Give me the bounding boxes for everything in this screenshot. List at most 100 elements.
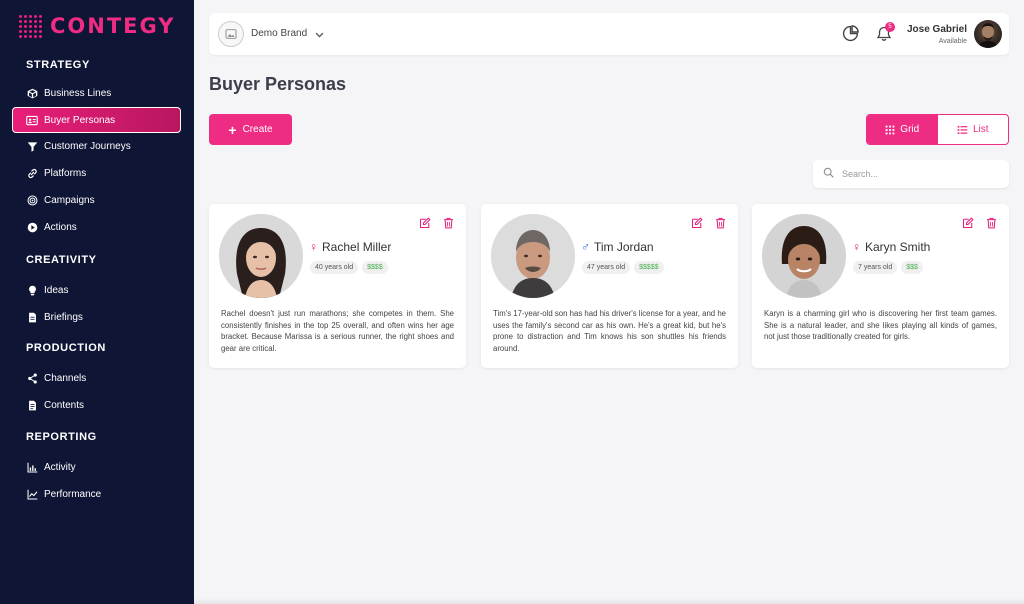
bottom-shadow [194, 598, 1024, 604]
nav-section-production: PRODUCTION Channels Contents [0, 339, 194, 419]
persona-photo [762, 214, 846, 298]
sidebar-item-campaigns[interactable]: Campaigns [0, 187, 194, 214]
sidebar-item-contents[interactable]: Contents [0, 392, 194, 419]
trash-icon[interactable] [443, 216, 454, 234]
grid-icon [885, 125, 895, 135]
sidebar-item-performance[interactable]: Performance [0, 481, 194, 508]
view-toggle: Grid List [866, 114, 1009, 145]
persona-photo [491, 214, 575, 298]
nav-header: STRATEGY [26, 59, 90, 71]
sidebar-item-label: Activity [44, 462, 76, 473]
share-icon [26, 373, 38, 385]
pie-chart-icon[interactable] [842, 25, 859, 47]
image-placeholder-icon [225, 29, 237, 39]
sidebar-item-actions[interactable]: Actions [0, 214, 194, 241]
document-icon [26, 312, 38, 324]
sidebar-item-label: Platforms [44, 168, 87, 179]
chevron-down-icon[interactable] [314, 27, 325, 45]
sidebar-item-channels[interactable]: Channels [0, 365, 194, 392]
notification-badge: 5 [885, 22, 895, 32]
sidebar-item-label: Contents [44, 400, 85, 411]
sidebar-item-label: Ideas [44, 285, 69, 296]
female-icon: ♀ [309, 240, 318, 254]
card-actions [419, 216, 454, 234]
sidebar-item-platforms[interactable]: Platforms [0, 160, 194, 187]
plus-icon: + [228, 121, 237, 138]
persona-name-row: ♀ Rachel Miller [309, 240, 391, 254]
male-icon: ♂ [581, 240, 590, 254]
nav-section-strategy: STRATEGY Business Lines Buyer Personas C… [0, 56, 194, 241]
play-icon [26, 222, 38, 234]
sidebar: CONTEGY STRATEGY Business Lines Buyer Pe… [0, 0, 194, 604]
list-view-button[interactable]: List [938, 115, 1009, 144]
brand-selector-label[interactable]: Demo Brand [251, 28, 307, 39]
sidebar-item-label: Performance [44, 489, 102, 500]
nav-section-reporting: REPORTING Activity Performance [0, 428, 194, 508]
line-chart-icon [26, 489, 38, 501]
sidebar-item-label: Channels [44, 373, 87, 384]
budget-badge: $$$ [901, 261, 923, 274]
avatar[interactable] [974, 20, 1002, 48]
persona-name-row: ♂ Tim Jordan [581, 240, 654, 254]
user-name[interactable]: Jose Gabriel [907, 24, 967, 35]
age-badge: 40 years old [310, 261, 359, 274]
card-actions [691, 216, 726, 234]
logo[interactable]: CONTEGY [18, 14, 176, 38]
filter-icon [26, 141, 38, 153]
persona-card[interactable]: ♂ Tim Jordan 47 years old $$$$$ Tim's 17… [481, 204, 738, 368]
sidebar-item-label: Campaigns [44, 195, 95, 206]
persona-photo [219, 214, 303, 298]
sidebar-item-buyer-personas[interactable]: Buyer Personas [12, 107, 181, 133]
persona-tags: 47 years old $$$$$ [582, 261, 664, 274]
box-icon [26, 88, 38, 100]
link-icon [26, 168, 38, 180]
search-icon [823, 165, 834, 183]
create-button[interactable]: + Create [209, 114, 292, 145]
sidebar-item-label: Business Lines [44, 88, 112, 99]
budget-badge: $$$$ [362, 261, 388, 274]
sidebar-item-label: Customer Journeys [44, 141, 131, 152]
target-icon [26, 195, 38, 207]
nav-header: PRODUCTION [26, 342, 106, 354]
persona-description: Tim's 17-year-old son has had his driver… [493, 309, 726, 354]
brand-avatar[interactable] [218, 21, 244, 47]
topbar: Demo Brand 5 Jose Gabriel Available [209, 13, 1009, 55]
persona-card[interactable]: ♀ Rachel Miller 40 years old $$$$ Rachel… [209, 204, 466, 368]
trash-icon[interactable] [986, 216, 997, 234]
nav-header: REPORTING [26, 431, 97, 443]
persona-description: Karyn is a charming girl who is discover… [764, 309, 997, 342]
list-icon [957, 125, 968, 135]
sidebar-item-activity[interactable]: Activity [0, 454, 194, 481]
trash-icon[interactable] [715, 216, 726, 234]
search-input[interactable] [842, 169, 992, 179]
sidebar-item-customer-journeys[interactable]: Customer Journeys [0, 133, 194, 160]
id-card-icon [26, 114, 38, 126]
persona-card[interactable]: ♀ Karyn Smith 7 years old $$$ Karyn is a… [752, 204, 1009, 368]
user-status: Available [938, 38, 967, 45]
grid-view-label: Grid [900, 124, 920, 135]
age-badge: 47 years old [582, 261, 631, 274]
persona-description: Rachel doesn't just run marathons; she c… [221, 309, 454, 354]
persona-name: Tim Jordan [594, 240, 654, 254]
page-title: Buyer Personas [209, 74, 347, 94]
sidebar-item-ideas[interactable]: Ideas [0, 277, 194, 304]
bar-chart-icon [26, 462, 38, 474]
logo-mark-icon [18, 14, 42, 38]
edit-icon[interactable] [691, 216, 703, 234]
nav-header: CREATIVITY [26, 254, 97, 266]
budget-badge: $$$$$ [634, 261, 664, 274]
lightbulb-icon [26, 285, 38, 297]
sidebar-item-briefings[interactable]: Briefings [0, 304, 194, 331]
persona-tags: 7 years old $$$ [853, 261, 923, 274]
edit-icon[interactable] [962, 216, 974, 234]
card-actions [962, 216, 997, 234]
female-icon: ♀ [852, 240, 861, 254]
create-button-label: Create [242, 124, 273, 135]
grid-view-button[interactable]: Grid [867, 115, 938, 144]
sidebar-item-label: Actions [44, 222, 77, 233]
sidebar-item-label: Briefings [44, 312, 83, 323]
nav-section-creativity: CREATIVITY Ideas Briefings [0, 251, 194, 331]
list-view-label: List [972, 124, 989, 135]
sidebar-item-business-lines[interactable]: Business Lines [0, 80, 194, 107]
edit-icon[interactable] [419, 216, 431, 234]
